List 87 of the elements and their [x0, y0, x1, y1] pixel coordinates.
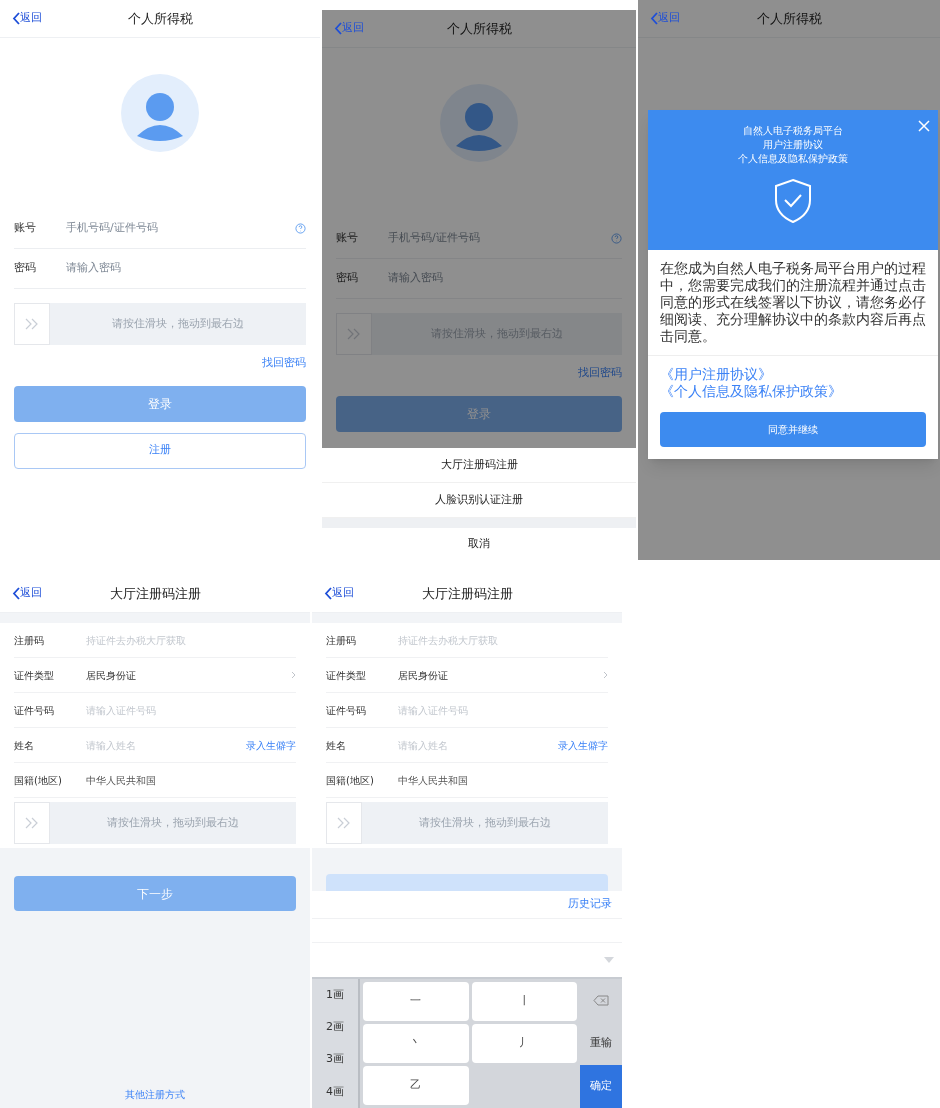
close-button[interactable] — [918, 120, 930, 132]
double-chevron-icon — [24, 318, 40, 330]
field-label: 国籍(地区) — [14, 773, 63, 788]
back-button[interactable]: 返回 — [324, 585, 354, 602]
page-title: 个人所得税 — [446, 19, 512, 38]
double-chevron-icon — [24, 817, 40, 829]
other-methods-link[interactable]: 其他注册方式 — [125, 1087, 185, 1102]
shield-check-icon — [773, 178, 813, 224]
field-label: 姓名 — [326, 738, 347, 753]
stroke-count-tab[interactable]: 2画 — [312, 1011, 358, 1044]
slide-verify-track[interactable]: 请按住滑块，拖动到最右边 — [14, 802, 296, 844]
forgot-password-link[interactable]: 找回密码 — [262, 355, 306, 372]
slider-hint: 请按住滑块，拖动到最右边 — [418, 814, 552, 831]
field-label: 账号 — [336, 230, 359, 247]
chevron-left-icon — [650, 12, 658, 25]
chevron-left-icon — [334, 22, 342, 35]
stroke-key[interactable]: 一 — [363, 982, 469, 1021]
field-value: 中华人民共和国 — [398, 773, 469, 788]
select-value[interactable]: 居民身份证 — [398, 667, 603, 683]
chevron-right-icon — [291, 671, 296, 679]
field-label: 密码 — [14, 260, 37, 277]
agreement-text: 在您成为自然人电子税务局平台用户的过程中，您需要完成我们的注册流程并通过点击同意的形式在线签署以下协议，请您务必仔细阅读、充分理解协议中的条款内容后再点击同意。 — [648, 250, 938, 356]
stroke-key[interactable]: 丿 — [471, 1024, 577, 1063]
confirm-key[interactable]: 确定 — [580, 1065, 622, 1108]
slider-hint: 请按住滑块，拖动到最右边 — [111, 315, 245, 332]
stroke-count-tab[interactable]: 1画 — [312, 979, 358, 1012]
double-chevron-icon — [346, 328, 362, 340]
agreement-link[interactable]: 《用户注册协议》 — [660, 366, 772, 383]
sheet-option[interactable]: 大厅注册码注册 — [322, 448, 636, 483]
rare-character-link[interactable]: 录入生僻字 — [558, 737, 608, 753]
slider-handle[interactable] — [326, 802, 362, 844]
back-button[interactable]: 返回 — [12, 585, 42, 602]
text-field[interactable]: 手机号码/证件号码 — [388, 230, 611, 247]
stroke-count-tab[interactable]: 3画 — [312, 1043, 358, 1076]
field-label: 注册码 — [14, 633, 45, 648]
field-label: 账号 — [14, 220, 37, 237]
agreement-link[interactable]: 《个人信息及隐私保护政策》 — [660, 383, 842, 400]
page-title: 大厅注册码注册 — [109, 584, 201, 603]
stroke-count-tab[interactable]: 4画 — [312, 1075, 358, 1108]
page-title: 个人所得税 — [756, 9, 822, 28]
collapse-icon[interactable] — [604, 957, 614, 963]
rare-character-link[interactable]: 录入生僻字 — [246, 737, 296, 753]
dialog-title: 用户注册协议 — [763, 138, 823, 152]
avatar-icon — [440, 84, 518, 162]
agree-button[interactable]: 同意并继续 — [660, 412, 926, 447]
field-label: 证件号码 — [326, 703, 367, 718]
help-icon[interactable] — [611, 233, 622, 244]
dialog-title: 自然人电子税务局平台 — [743, 124, 843, 138]
backspace-icon — [593, 995, 609, 1006]
stroke-key[interactable]: 丶 — [363, 1024, 469, 1063]
chevron-left-icon — [324, 587, 332, 600]
history-link[interactable]: 历史记录 — [568, 896, 612, 913]
forgot-password-link[interactable]: 找回密码 — [578, 365, 622, 382]
close-icon — [918, 120, 930, 132]
slider-handle[interactable] — [14, 303, 50, 345]
field-label: 证件类型 — [14, 668, 55, 683]
select-value[interactable]: 居民身份证 — [86, 667, 291, 683]
slider-handle[interactable] — [14, 802, 50, 844]
field-label: 国籍(地区) — [326, 773, 375, 788]
help-icon[interactable] — [295, 223, 306, 234]
slide-verify-track[interactable]: 请按住滑块，拖动到最右边 — [326, 802, 608, 844]
field-label: 注册码 — [326, 633, 357, 648]
text-field[interactable]: 请输入密码 — [66, 260, 306, 277]
back-button[interactable]: 返回 — [12, 10, 42, 27]
field-label: 证件类型 — [326, 668, 367, 683]
stroke-key[interactable]: 丨 — [471, 982, 577, 1021]
cancel-button[interactable]: 取消 — [322, 528, 636, 560]
slide-verify-track[interactable]: 请按住滑块，拖动到最右边 — [14, 303, 306, 345]
field-label: 姓名 — [14, 738, 35, 753]
page-title: 大厅注册码注册 — [421, 584, 513, 603]
register-button[interactable]: 注册 — [14, 432, 306, 469]
slider-hint: 请按住滑块，拖动到最右边 — [106, 814, 240, 831]
page-title: 个人所得税 — [127, 9, 193, 28]
field-value: 中华人民共和国 — [86, 773, 157, 788]
chevron-right-icon — [603, 671, 608, 679]
field-label: 证件号码 — [14, 703, 55, 718]
chevron-left-icon — [12, 12, 20, 25]
text-field[interactable]: 手机号码/证件号码 — [66, 220, 295, 237]
slider-handle[interactable] — [336, 313, 372, 355]
text-field[interactable]: 请输入密码 — [388, 270, 622, 287]
field-label: 密码 — [336, 270, 359, 287]
avatar-icon — [121, 74, 199, 152]
dialog-title: 个人信息及隐私保护政策 — [738, 152, 848, 166]
double-chevron-icon — [336, 817, 352, 829]
chevron-left-icon — [12, 587, 20, 600]
sheet-option[interactable]: 人脸识别认证注册 — [322, 483, 636, 518]
stroke-key[interactable]: 乙 — [363, 1066, 469, 1105]
